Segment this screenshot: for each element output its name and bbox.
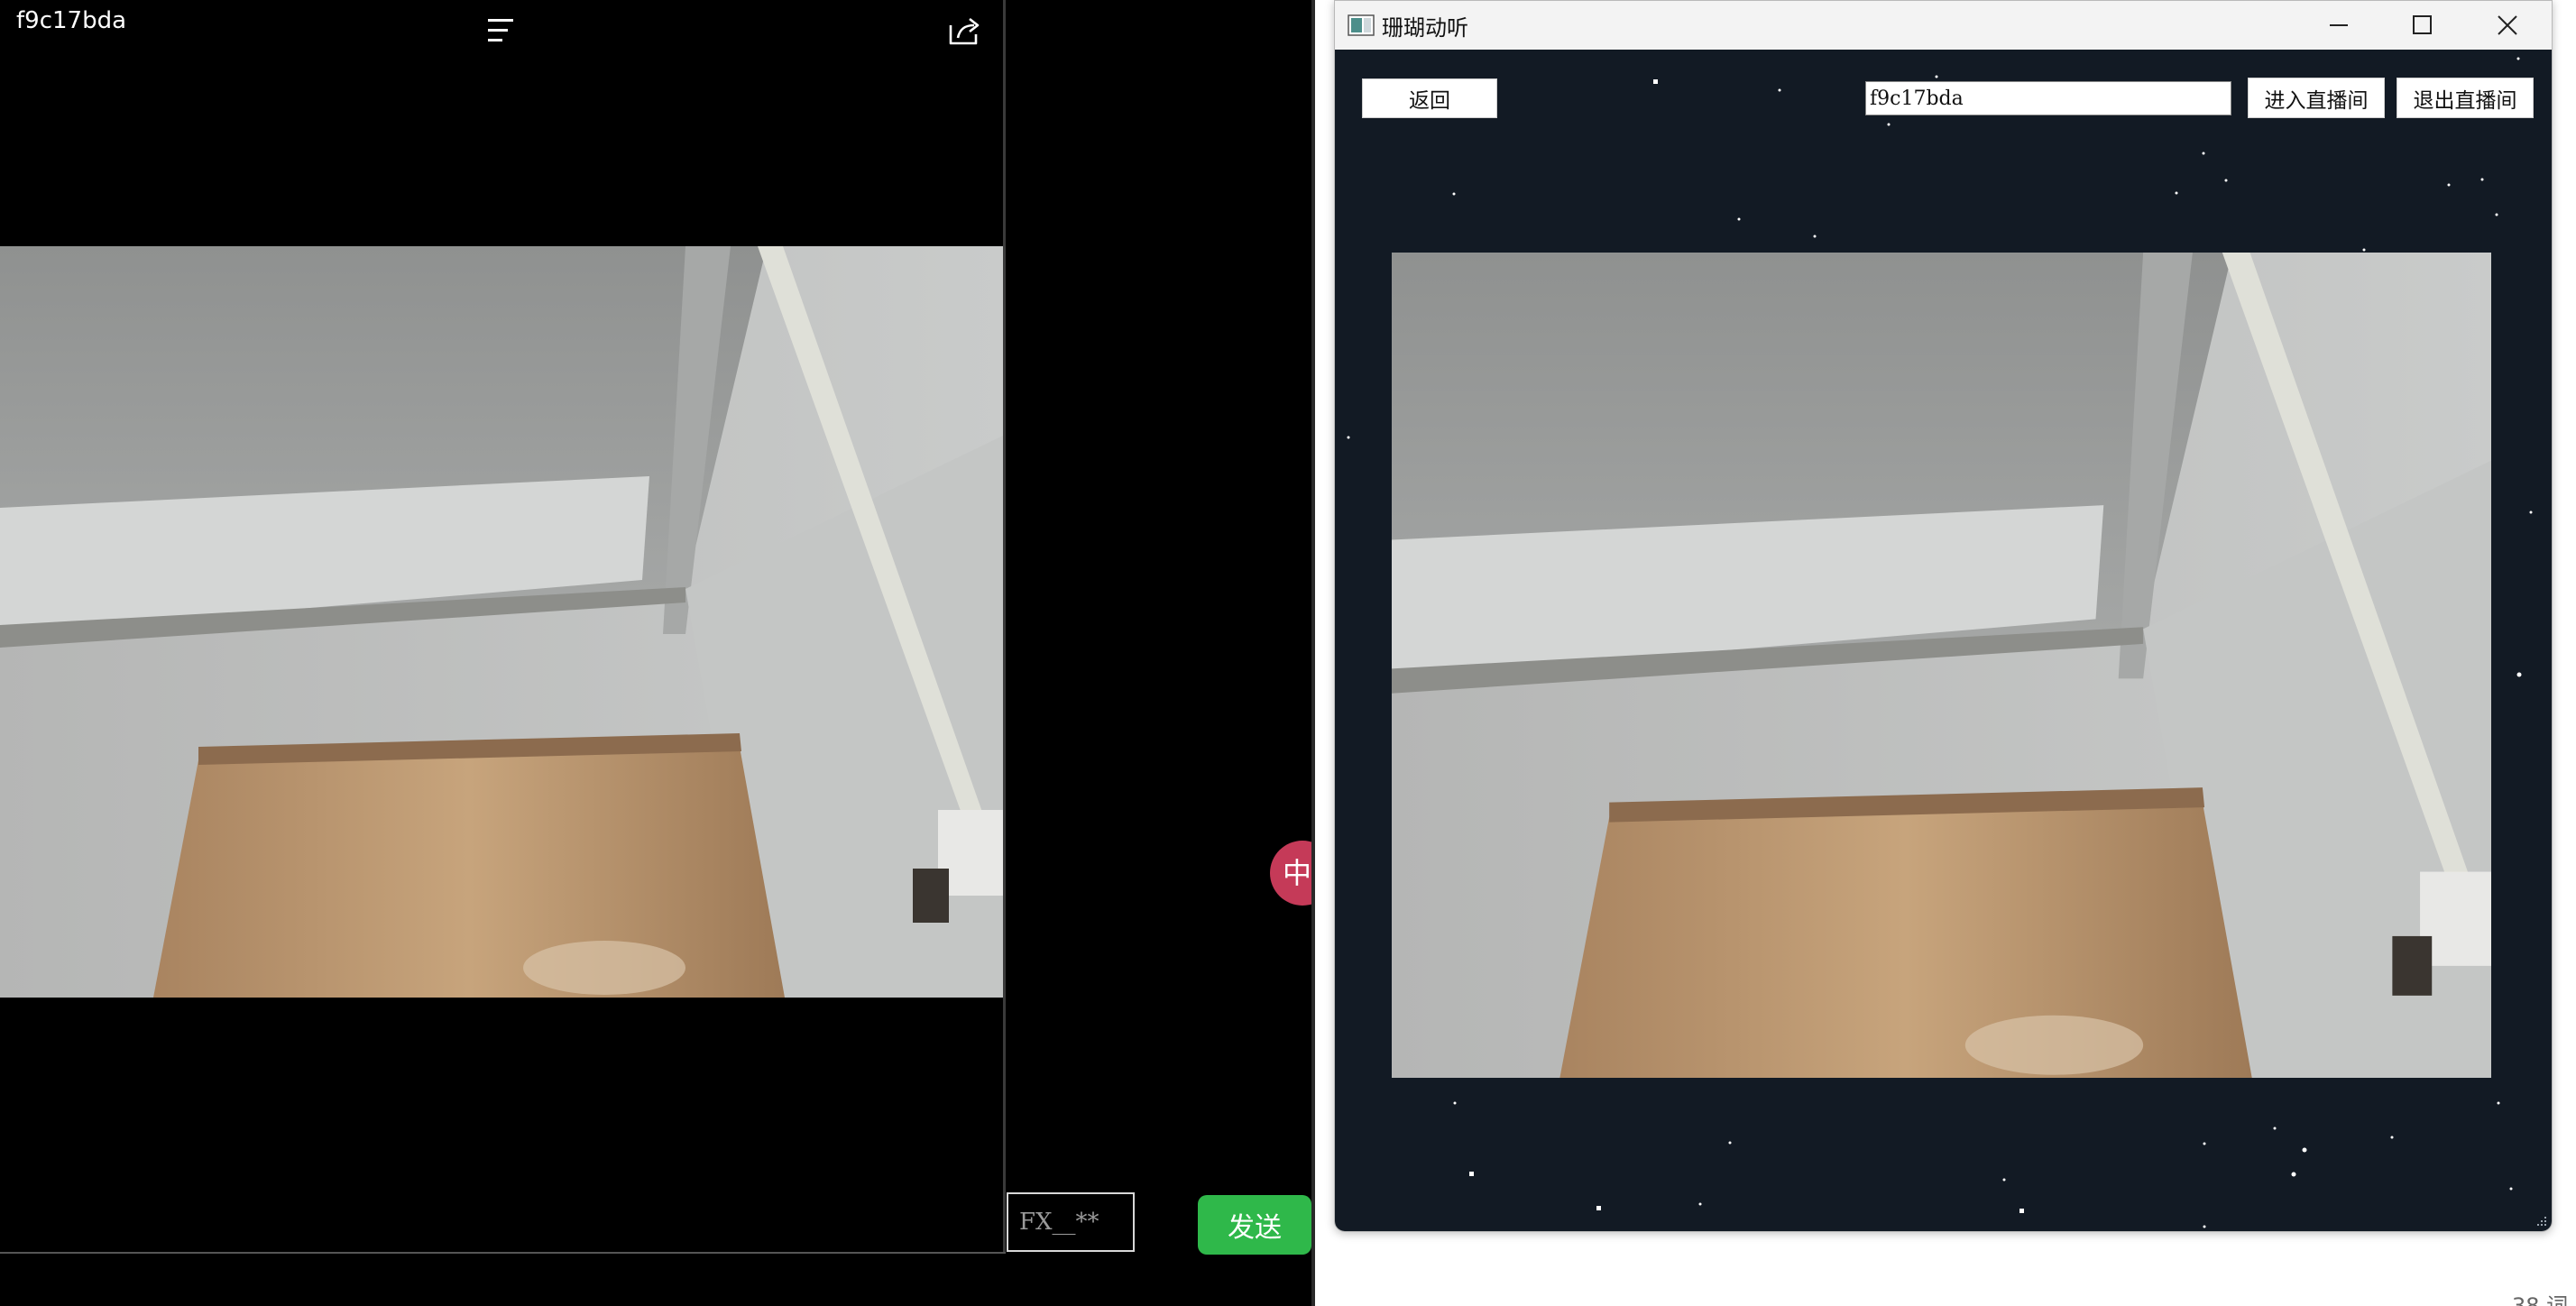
panel-divider: [1003, 0, 1006, 1254]
exit-live-room-button[interactable]: 退出直播间: [2397, 78, 2534, 118]
maximize-icon[interactable]: [2381, 1, 2462, 50]
screen: f9c17bda FX__** 发送 中 珊瑚动听 返回 f9c17bda 进入…: [0, 0, 2576, 1306]
menu-icon[interactable]: [484, 14, 520, 47]
live-video: [1392, 253, 2491, 1078]
stream-title: f9c17bda: [16, 7, 127, 34]
app-icon: [1348, 14, 1375, 36]
resize-grip-icon[interactable]: [2534, 1213, 2548, 1228]
minimize-icon[interactable]: [2297, 1, 2378, 50]
close-icon[interactable]: [2466, 1, 2547, 50]
back-button[interactable]: 返回: [1362, 78, 1497, 118]
bottom-divider: [0, 1252, 1006, 1254]
enter-live-room-button[interactable]: 进入直播间: [2248, 78, 2385, 118]
live-viewer-app: f9c17bda FX__** 发送: [0, 0, 1311, 1306]
room-id-input[interactable]: [1865, 81, 2231, 115]
window-title: 珊瑚动听: [1382, 15, 1468, 41]
chat-input[interactable]: [1007, 1192, 1135, 1252]
word-count-status: 38 词: [2512, 1293, 2569, 1306]
camera-video: [0, 246, 1003, 998]
share-icon[interactable]: [945, 13, 985, 49]
coral-app-window: 珊瑚动听 返回 f9c17bda 进入直播间 退出直播间: [1334, 0, 2553, 1232]
title-bar[interactable]: 珊瑚动听: [1335, 1, 2552, 50]
window-client-area: 返回 进入直播间 退出直播间: [1335, 50, 2552, 1231]
send-button[interactable]: 发送: [1198, 1195, 1311, 1255]
